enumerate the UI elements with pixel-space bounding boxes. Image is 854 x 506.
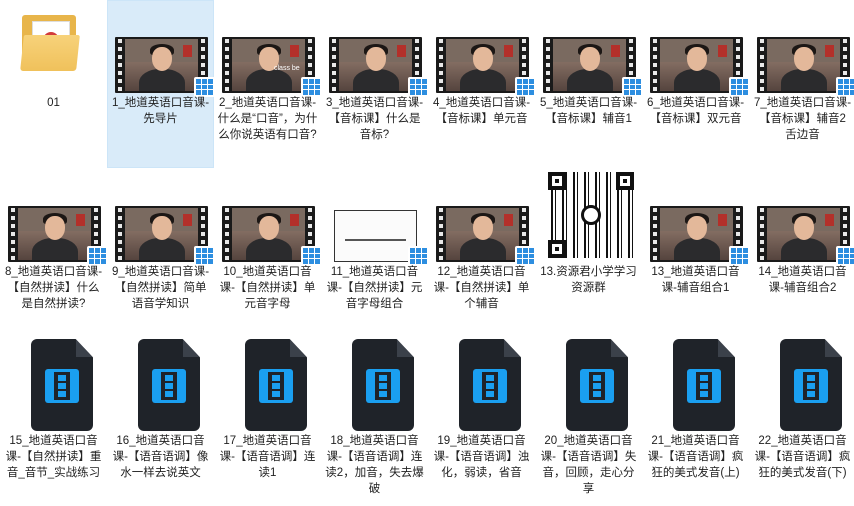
video-file-badge-icon xyxy=(194,77,215,97)
video-file-icon xyxy=(429,339,536,431)
video-file-icon xyxy=(322,339,429,431)
file-item[interactable]: 1_地道英语口音课-先导片 xyxy=(107,0,215,168)
file-name-label: 19_地道英语口音课-【语音语调】浊化，弱读，省音 xyxy=(433,435,530,479)
file-name-label: 12_地道英语口音课-【自然拼读】单个辅音 xyxy=(433,266,530,310)
video-thumbnail-icon xyxy=(1,170,108,266)
file-name-label: 4_地道英语口音课-【音标课】单元音 xyxy=(432,97,531,125)
file-item[interactable]: 16_地道英语口音课-【语音语调】像水一样去说英文 xyxy=(107,338,214,506)
video-thumbnail-icon xyxy=(643,170,750,266)
video-file-badge-icon xyxy=(729,246,750,266)
file-name-label: 22_地道英语口音课-【语音语调】疯狂的美式发音(下) xyxy=(754,435,851,479)
video-file-badge-icon xyxy=(515,77,536,97)
video-file-badge-icon xyxy=(301,246,322,266)
file-item[interactable]: 12_地道英语口音课-【自然拼读】单个辅音 xyxy=(428,169,536,337)
video-file-badge-icon xyxy=(622,77,643,97)
video-thumbnail-icon xyxy=(215,170,322,266)
file-name-label: 13_地道英语口音课-辅音组合1 xyxy=(651,266,740,294)
video-file-icon xyxy=(108,339,215,431)
file-name-label: 15_地道英语口音课-【自然拼读】重音_音节_实战练习 xyxy=(5,435,102,479)
file-item[interactable]: 13_地道英语口音课-辅音组合1 xyxy=(642,169,750,337)
file-name-label: 11_地道英语口音课-【自然拼读】元音字母组合 xyxy=(326,266,423,310)
file-name-label: 17_地道英语口音课-【语音语调】连读1 xyxy=(219,435,316,479)
video-thumbnail-icon xyxy=(429,170,536,266)
video-file-icon xyxy=(643,339,750,431)
video-file-badge-icon xyxy=(408,246,429,266)
video-file-icon xyxy=(536,339,643,431)
video-thumbnail-icon xyxy=(108,1,215,97)
file-item[interactable]: 4_地道英语口音课-【音标课】单元音 xyxy=(428,0,536,168)
qr-code-image xyxy=(536,170,643,262)
video-thumbnail-icon xyxy=(750,1,854,97)
file-name-label: 20_地道英语口音课-【语音语调】失音，回顾，走心分享 xyxy=(540,435,637,495)
file-name-label: 10_地道英语口音课-【自然拼读】单元音字母 xyxy=(219,266,316,310)
video-file-badge-icon xyxy=(836,77,854,97)
folder-icon xyxy=(1,1,108,93)
file-name-label: 16_地道英语口音课-【语音语调】像水一样去说英文 xyxy=(112,435,209,479)
video-thumbnail-icon xyxy=(643,1,750,97)
video-file-badge-icon xyxy=(194,246,215,266)
video-file-icon xyxy=(215,339,322,431)
video-thumbnail-icon: class be xyxy=(215,1,322,97)
video-thumbnail-icon xyxy=(108,170,215,266)
file-name-label: 13.资源君小学学习资源群 xyxy=(540,266,637,294)
file-name-label: 9_地道英语口音课-【自然拼读】简单语音学知识 xyxy=(111,266,210,310)
file-item[interactable]: 13.资源君小学学习资源群 xyxy=(535,169,642,337)
file-name-label: 21_地道英语口音课-【语音语调】疯狂的美式发音(上) xyxy=(647,435,744,479)
folder-item[interactable]: 01 xyxy=(0,0,107,168)
video-file-badge-icon xyxy=(87,246,108,266)
file-name-label: 5_地道英语口音课-【音标课】辅音1 xyxy=(539,97,638,125)
file-item[interactable]: 20_地道英语口音课-【语音语调】失音，回顾，走心分享 xyxy=(535,338,642,506)
file-item[interactable]: 8_地道英语口音课-【自然拼读】什么是自然拼读? xyxy=(0,169,108,337)
file-item[interactable]: 10_地道英语口音课-【自然拼读】单元音字母 xyxy=(214,169,322,337)
video-file-badge-icon xyxy=(408,77,429,97)
video-file-badge-icon xyxy=(301,77,322,97)
video-file-badge-icon xyxy=(515,246,536,266)
file-item[interactable]: 15_地道英语口音课-【自然拼读】重音_音节_实战练习 xyxy=(0,338,107,506)
video-thumbnail-icon xyxy=(750,170,854,266)
file-item[interactable]: 18_地道英语口音课-【语音语调】连读2，加音，失去爆破 xyxy=(321,338,428,506)
file-name-label: 1_地道英语口音课-先导片 xyxy=(111,97,210,125)
file-item[interactable]: 14_地道英语口音课-辅音组合2 xyxy=(749,169,854,337)
video-file-icon xyxy=(750,339,854,431)
file-item[interactable]: 9_地道英语口音课-【自然拼读】简单语音学知识 xyxy=(107,169,215,337)
video-thumbnail-icon xyxy=(429,1,536,97)
video-overlay-text: class be xyxy=(274,65,300,72)
file-name-label: 18_地道英语口音课-【语音语调】连读2，加音，失去爆破 xyxy=(325,435,424,495)
file-item[interactable]: 6_地道英语口音课-【音标课】双元音 xyxy=(642,0,750,168)
file-name-label: 01 xyxy=(47,97,60,109)
file-name-label: 3_地道英语口音课-【音标课】什么是音标? xyxy=(325,97,424,141)
video-file-icon xyxy=(1,339,108,431)
slide-thumbnail-icon xyxy=(322,170,429,266)
file-item[interactable]: 3_地道英语口音课-【音标课】什么是音标? xyxy=(321,0,429,168)
file-item[interactable]: 11_地道英语口音课-【自然拼读】元音字母组合 xyxy=(321,169,429,337)
file-name-label: 8_地道英语口音课-【自然拼读】什么是自然拼读? xyxy=(4,266,103,310)
file-item[interactable]: 7_地道英语口音课-【音标课】辅音2 舌边音 xyxy=(749,0,854,168)
file-name-label: 6_地道英语口音课-【音标课】双元音 xyxy=(646,97,745,125)
file-item[interactable]: 22_地道英语口音课-【语音语调】疯狂的美式发音(下) xyxy=(749,338,854,506)
file-name-label: 2_地道英语口音课-什么是“口音”，为什么你说英语有口音? xyxy=(217,97,318,141)
video-file-badge-icon xyxy=(729,77,750,97)
file-item[interactable]: 21_地道英语口音课-【语音语调】疯狂的美式发音(上) xyxy=(642,338,749,506)
file-item[interactable]: 19_地道英语口音课-【语音语调】浊化，弱读，省音 xyxy=(428,338,535,506)
file-item[interactable]: 17_地道英语口音课-【语音语调】连读1 xyxy=(214,338,321,506)
file-name-label: 7_地道英语口音课-【音标课】辅音2 舌边音 xyxy=(753,97,852,141)
video-thumbnail-icon xyxy=(536,1,643,97)
video-file-badge-icon xyxy=(836,246,854,266)
file-item[interactable]: class be 2_地道英语口音课-什么是“口音”，为什么你说英语有口音? xyxy=(214,0,322,168)
video-thumbnail-icon xyxy=(322,1,429,97)
file-item[interactable]: 5_地道英语口音课-【音标课】辅音1 xyxy=(535,0,643,168)
file-name-label: 14_地道英语口音课-辅音组合2 xyxy=(758,266,847,294)
